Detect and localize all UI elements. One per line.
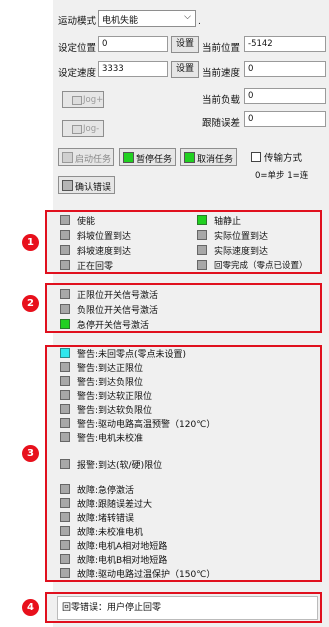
status-label: 正在回零 [77, 262, 114, 272]
warning-indicator [60, 348, 70, 358]
pause-task-icon [123, 152, 134, 163]
current-speed-label: 当前速度 [202, 68, 241, 79]
current-position-label: 当前位置 [202, 43, 241, 54]
set-position-label: 设定位置 [58, 43, 97, 54]
fault-label: 故障:未校准电机 [77, 528, 144, 538]
current-speed-field: 0 [244, 61, 326, 77]
fault-indicator [60, 498, 70, 508]
warning-indicator [60, 418, 70, 428]
limit-label: 正限位开关信号激活 [77, 291, 159, 301]
set-speed-label: 设定速度 [58, 68, 97, 79]
jog-plus-button[interactable]: Jog+ [62, 91, 104, 108]
follow-error-field: 0 [244, 111, 326, 127]
mode-label: 运动模式 [58, 16, 97, 27]
limit-indicator [60, 289, 70, 299]
jog-minus-button[interactable]: Jog- [62, 120, 104, 137]
status-label: 实际位置到达 [214, 232, 269, 242]
mode-select-value: 电机失能 [102, 16, 139, 26]
status-label: 实际速度到达 [214, 247, 269, 257]
section-4-badge: 4 [22, 599, 39, 616]
status-label: 回零完成（零点已设置） [214, 261, 308, 271]
limit-label: 急停开关信号激活 [77, 321, 150, 331]
fault-label: 故障:堵转错误 [77, 514, 135, 524]
confirm-error-icon [62, 180, 73, 191]
warning-label: 警告:电机未校准 [77, 434, 144, 444]
status-label: 斜坡位置到达 [77, 232, 132, 242]
fault-indicator [60, 526, 70, 536]
status-label: 轴静止 [214, 217, 242, 227]
status-indicator [60, 215, 70, 225]
confirm-error-button[interactable]: 确认错误 [58, 176, 115, 194]
status-indicator [197, 260, 207, 270]
set-speed-button[interactable]: 设置 [171, 61, 199, 78]
current-load-field: 0 [244, 88, 326, 104]
set-position-button[interactable]: 设置 [171, 36, 199, 53]
warning-label: 警告:到达正限位 [77, 364, 144, 374]
fault-label: 故障:驱动电路过温保护（150℃） [77, 570, 216, 580]
fault-label: 故障:急停激活 [77, 486, 135, 496]
section-1-badge: 1 [22, 234, 39, 251]
warning-indicator [60, 362, 70, 372]
fault-label: 故障:电机B相对地短路 [77, 556, 168, 566]
error-message-box: 回零错误：用户停止回零 [57, 596, 318, 620]
limit-label: 负限位开关信号激活 [77, 306, 159, 316]
jog-minus-icon [72, 125, 82, 134]
start-task-button[interactable]: 启动任务 [58, 148, 114, 166]
pause-task-button[interactable]: 暂停任务 [119, 148, 176, 166]
follow-error-label: 跟随误差 [202, 118, 241, 129]
transfer-mode-label: 传输方式 [264, 153, 303, 164]
limit-indicator [60, 304, 70, 314]
current-load-label: 当前负载 [202, 95, 241, 106]
status-label: 使能 [77, 217, 96, 227]
fault-indicator [60, 540, 70, 550]
warning-indicator [60, 376, 70, 386]
fault-indicator [60, 554, 70, 564]
transfer-mode-hint: 0=单步 1=连 [255, 171, 309, 181]
set-speed-input[interactable]: 3333 [98, 61, 168, 77]
limit-indicator [60, 319, 70, 329]
section-3-badge: 3 [22, 445, 39, 462]
start-task-icon [62, 152, 73, 163]
transfer-mode-checkbox[interactable] [251, 152, 261, 162]
mode-select[interactable]: 电机失能 ⌵ [98, 10, 196, 27]
status-indicator [197, 215, 207, 225]
status-indicator [60, 260, 70, 270]
alarm-label: 报警:到达(软/硬)限位 [77, 461, 163, 471]
warning-indicator [60, 432, 70, 442]
status-indicator [197, 230, 207, 240]
warning-indicator [60, 404, 70, 414]
fault-indicator [60, 512, 70, 522]
chevron-down-icon: ⌵ [184, 12, 191, 22]
cancel-task-button[interactable]: 取消任务 [180, 148, 237, 166]
status-indicator [60, 245, 70, 255]
fault-label: 故障:跟随误差过大 [77, 500, 153, 510]
fault-indicator [60, 568, 70, 578]
set-position-input[interactable]: 0 [98, 36, 168, 52]
cancel-task-icon [184, 152, 195, 163]
alarm-indicator [60, 459, 70, 469]
warning-indicator [60, 390, 70, 400]
status-indicator [60, 230, 70, 240]
current-position-field: -5142 [244, 36, 326, 52]
warning-label: 警告:到达负限位 [77, 378, 144, 388]
fault-label: 故障:电机A相对地短路 [77, 542, 168, 552]
warning-label: 警告:到达软负限位 [77, 406, 153, 416]
warning-label: 警告:驱动电路高温预警（120℃） [77, 420, 216, 430]
status-label: 斜坡速度到达 [77, 247, 132, 257]
jog-plus-icon [72, 96, 82, 105]
warning-label: 警告:未回零点(零点未设置) [77, 350, 187, 360]
status-indicator [197, 245, 207, 255]
fault-indicator [60, 484, 70, 494]
warning-label: 警告:到达软正限位 [77, 392, 153, 402]
section-2-badge: 2 [22, 295, 39, 312]
